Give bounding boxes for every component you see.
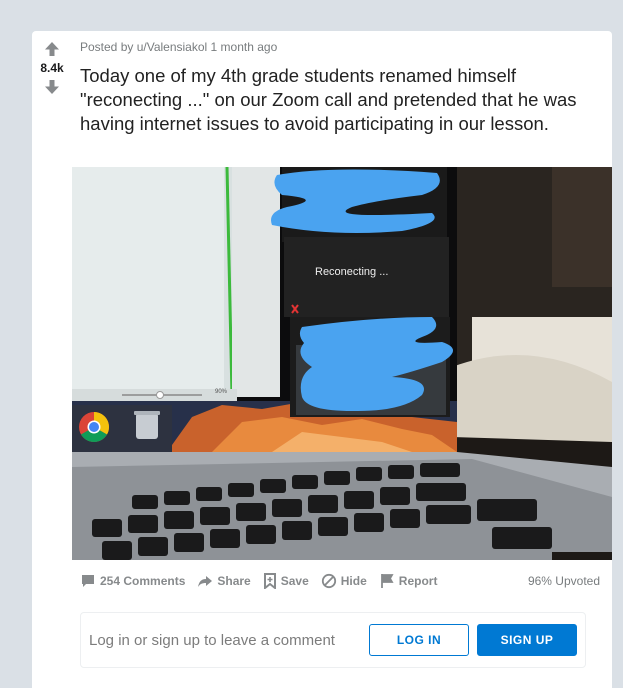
share-icon [198, 576, 213, 587]
hide-icon [321, 573, 336, 589]
comments-label: 254 Comments [100, 574, 186, 588]
post-image[interactable]: 90% Reconecting ... [72, 167, 612, 560]
share-label: Share [217, 574, 251, 588]
save-button[interactable]: Save [263, 573, 309, 589]
laptop-photo: 90% Reconecting ... [72, 167, 612, 560]
hide-button[interactable]: Hide [321, 573, 367, 589]
zoom-percent-label: 90% [215, 389, 228, 395]
save-icon [263, 573, 276, 589]
upvote-icon[interactable] [44, 41, 60, 57]
comment-icon [82, 575, 94, 587]
comment-prompt: Log in or sign up to leave a comment [89, 631, 335, 649]
downvote-icon[interactable] [44, 79, 60, 95]
report-button[interactable]: Report [379, 573, 438, 589]
upvote-ratio: 96% Upvoted [527, 574, 600, 588]
signup-button[interactable]: SIGN UP [477, 624, 577, 656]
zoom-reconnecting-label: Reconecting ... [315, 266, 388, 278]
save-label: Save [280, 574, 309, 588]
post-title[interactable]: Today one of my 4th grade students renam… [80, 64, 600, 136]
report-flag-icon [380, 574, 394, 588]
vote-column: 8.4k [32, 31, 72, 95]
comment-login-box: Log in or sign up to leave a comment LOG… [80, 612, 586, 668]
share-button[interactable]: Share [197, 573, 251, 589]
post-card: 8.4k Posted by u/Valensiakol 1 month ago… [32, 31, 612, 688]
vote-score: 8.4k [40, 61, 64, 75]
post-meta[interactable]: Posted by u/Valensiakol 1 month ago [80, 40, 277, 54]
post-actions-bar: 254 Comments Share Save Hide Report 96% … [80, 571, 600, 591]
hide-label: Hide [340, 574, 367, 588]
report-label: Report [398, 574, 438, 588]
comments-button[interactable]: 254 Comments [80, 573, 185, 589]
login-button[interactable]: LOG IN [369, 624, 469, 656]
